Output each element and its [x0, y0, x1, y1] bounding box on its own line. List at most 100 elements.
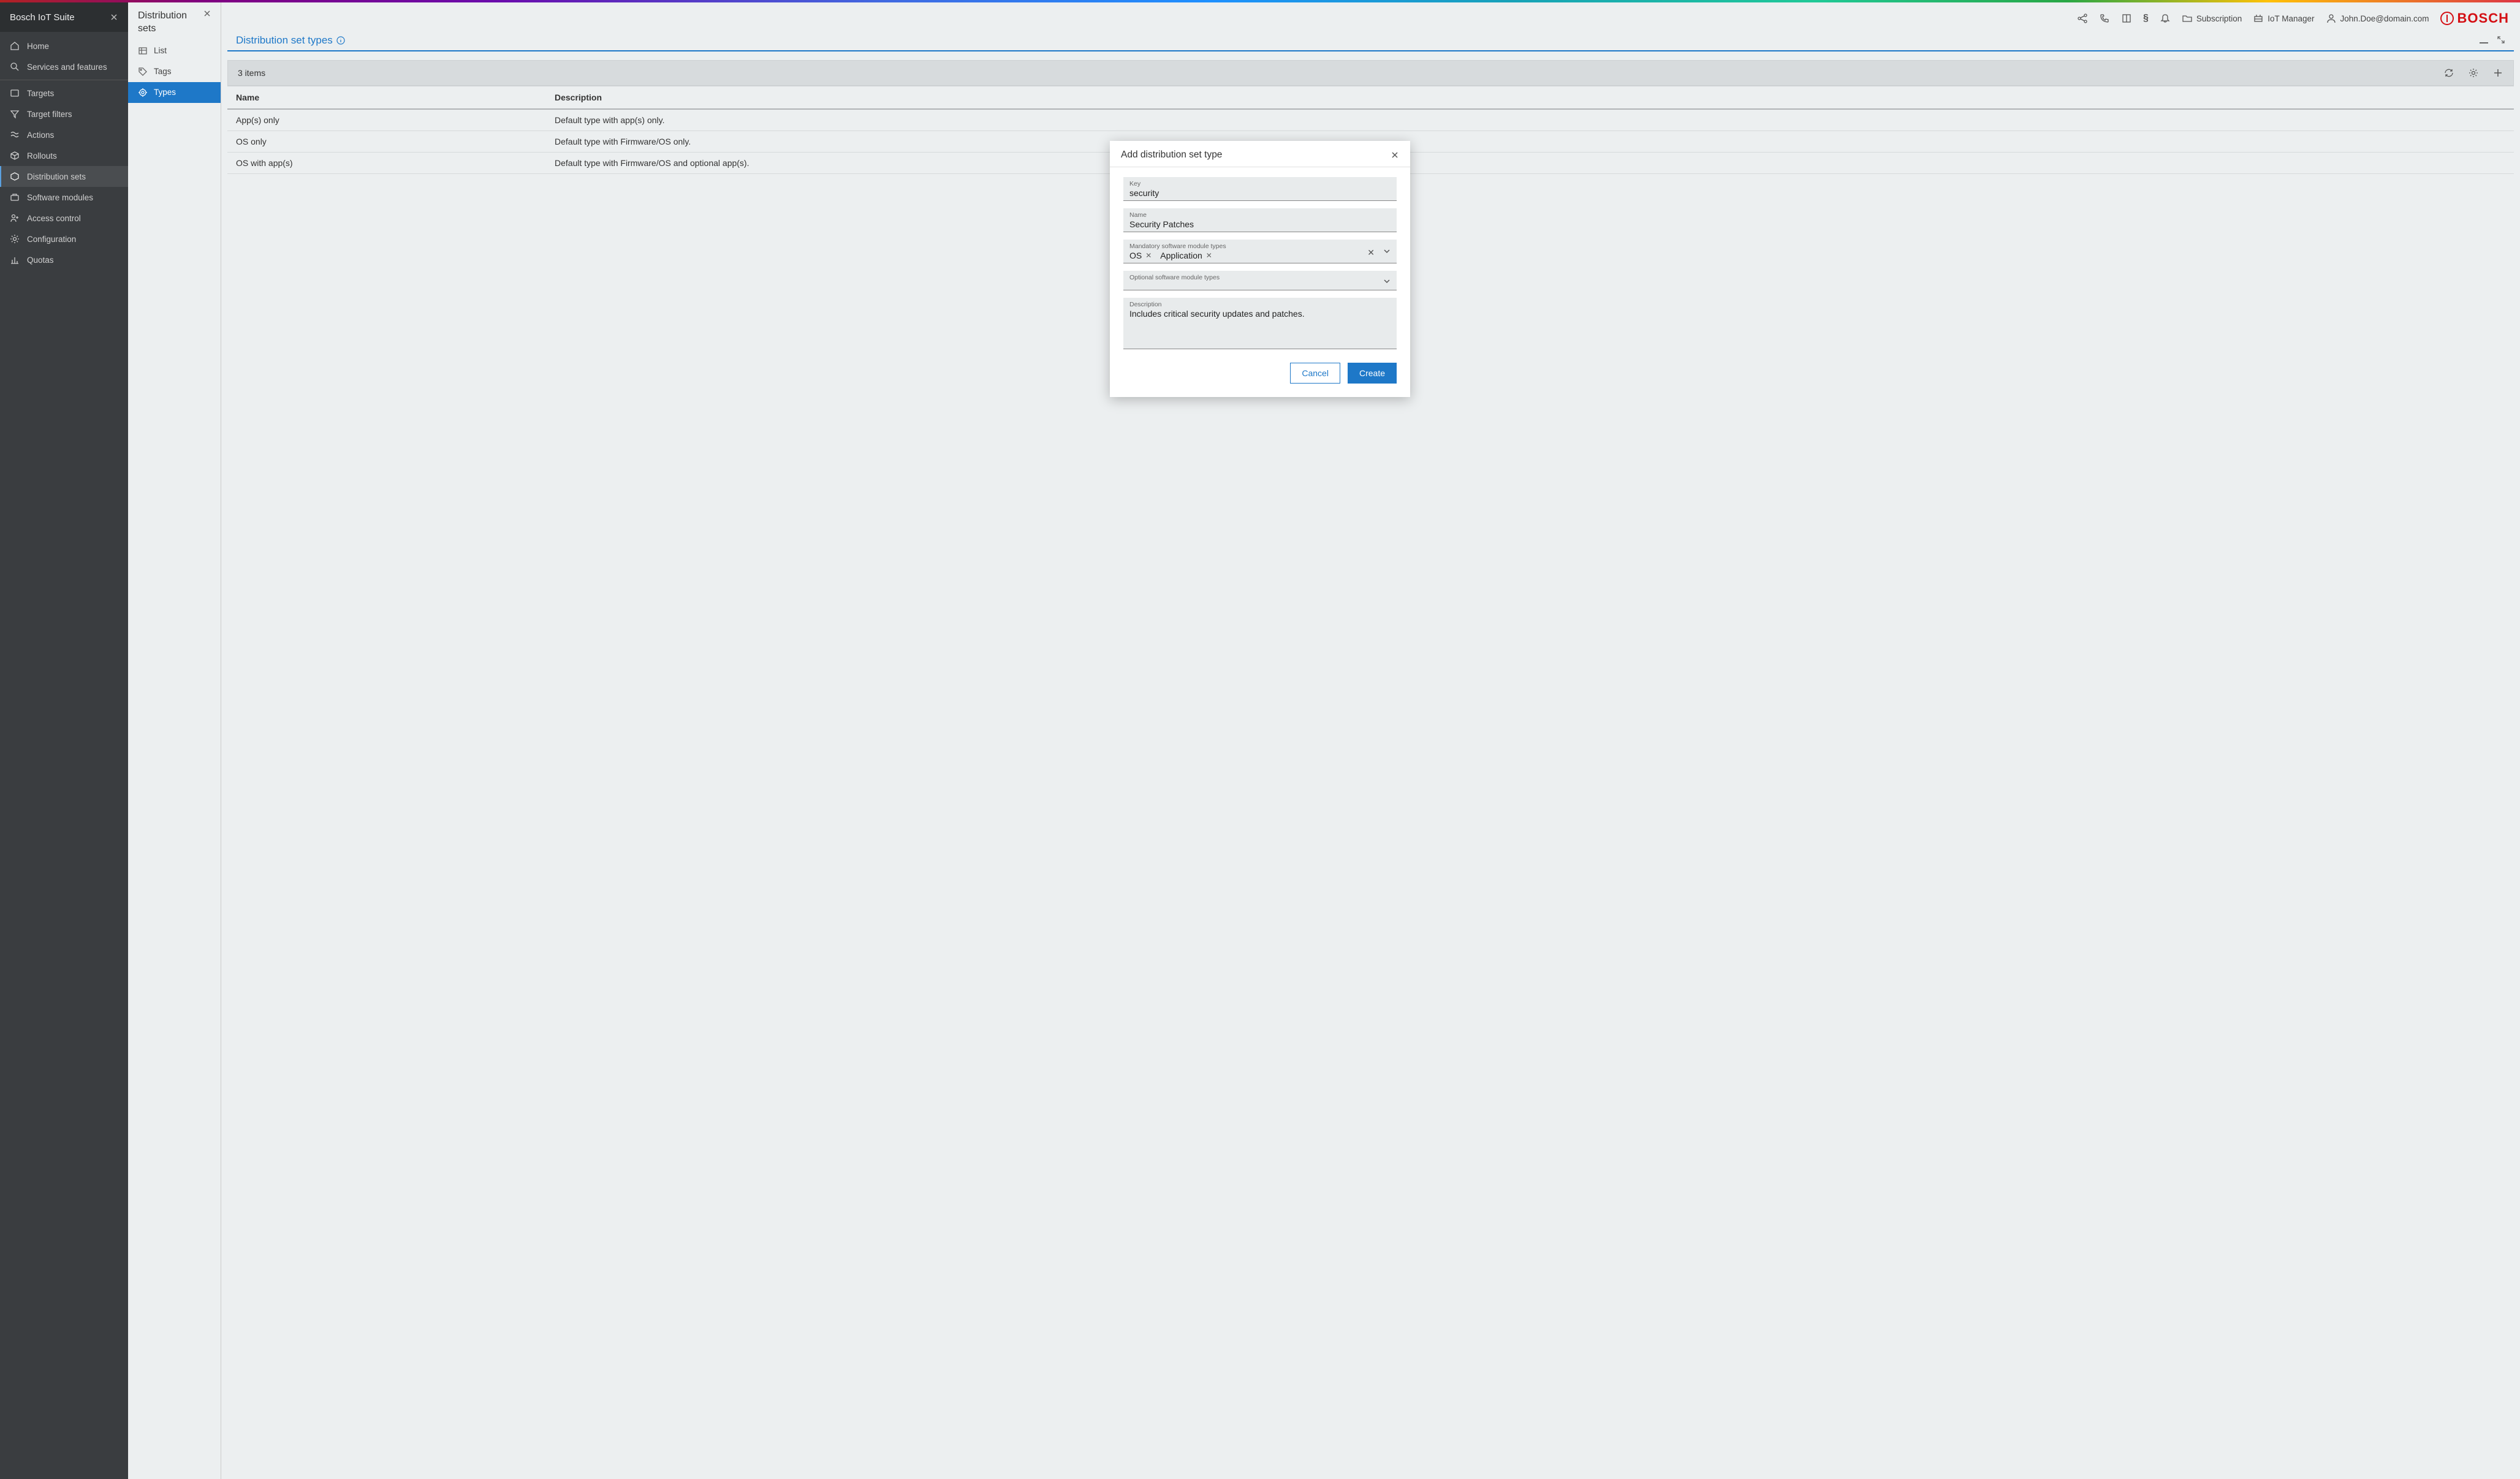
sidebar-item-access-control[interactable]: Access control [0, 208, 128, 229]
add-distribution-set-type-dialog: Add distribution set type Key Name Manda… [1110, 141, 1410, 397]
items-count: 3 items [238, 68, 265, 78]
iot-manager-label: IoT Manager [2268, 14, 2314, 23]
field-label: Mandatory software module types [1129, 243, 1391, 250]
sidebar-item-configuration[interactable]: Configuration [0, 229, 128, 249]
info-icon[interactable] [336, 36, 345, 45]
subscription-link[interactable]: Subscription [2182, 13, 2242, 24]
sidebar-item-targets[interactable]: Targets [0, 83, 128, 104]
sidebar-item-distribution-sets[interactable]: Distribution sets [0, 166, 128, 187]
sidebar-item-label: Distribution sets [27, 172, 86, 181]
section-icon[interactable]: § [2143, 13, 2149, 24]
distribution-icon [10, 172, 20, 181]
book-icon[interactable] [2121, 13, 2132, 24]
cell-desc: Default type with app(s) only. [546, 110, 2514, 130]
chip-remove-icon[interactable]: ✕ [1145, 251, 1152, 260]
sidebar-item-rollouts[interactable]: Rollouts [0, 145, 128, 166]
folder-icon [2182, 13, 2193, 24]
col-header-desc[interactable]: Description [546, 86, 2514, 108]
bosch-circle-icon [2440, 12, 2454, 25]
minimize-icon[interactable] [2480, 36, 2488, 45]
sidebar-item-label: Access control [27, 214, 81, 223]
field-key[interactable]: Key [1123, 177, 1397, 201]
col-header-name[interactable]: Name [227, 86, 546, 108]
field-label: Description [1129, 301, 1391, 308]
table-row[interactable]: App(s) only Default type with app(s) onl… [227, 110, 2514, 131]
sidebar-item-software-modules[interactable]: Software modules [0, 187, 128, 208]
cancel-button[interactable]: Cancel [1290, 363, 1340, 384]
subpanel-close-icon[interactable] [203, 10, 211, 17]
magnifier-icon [10, 62, 20, 72]
table-toolbar: 3 items [227, 60, 2514, 86]
access-icon [10, 213, 20, 223]
sidebar-item-label: Target filters [27, 110, 72, 119]
dialog-title: Add distribution set type [1121, 149, 1222, 161]
chevron-down-icon[interactable] [1383, 278, 1391, 285]
name-input[interactable] [1129, 219, 1391, 229]
sidebar-item-quotas[interactable]: Quotas [0, 249, 128, 270]
cube-icon [10, 151, 20, 161]
add-icon[interactable] [2492, 67, 2503, 78]
expand-icon[interactable] [2497, 36, 2505, 45]
sidebar-item-label: Configuration [27, 235, 76, 244]
field-name[interactable]: Name [1123, 208, 1397, 232]
share-icon[interactable] [2077, 13, 2088, 24]
field-optional[interactable]: Optional software module types [1123, 271, 1397, 290]
sidebar-item-target-filters[interactable]: Target filters [0, 104, 128, 124]
sidebar-item-label: Quotas [27, 255, 54, 265]
topbar: § Subscription IoT Manager John.Doe@doma… [221, 2, 2520, 34]
subpanel-item-list[interactable]: List [128, 40, 221, 61]
chip-remove-icon[interactable]: ✕ [1206, 251, 1212, 260]
key-input[interactable] [1129, 187, 1391, 198]
sidebar-item-home[interactable]: Home [0, 36, 128, 56]
sidebar-item-label: Services and features [27, 62, 107, 72]
content-header: Distribution set types [227, 34, 2514, 51]
clear-icon[interactable]: ✕ [1367, 248, 1375, 258]
actions-icon [10, 130, 20, 140]
module-icon [10, 192, 20, 202]
chip-os[interactable]: OS ✕ [1129, 251, 1152, 260]
subpanel-item-types[interactable]: Types [128, 82, 221, 103]
sidebar-item-services[interactable]: Services and features [0, 56, 128, 77]
sidebar-item-label: Rollouts [27, 151, 57, 161]
field-mandatory[interactable]: Mandatory software module types OS ✕ App… [1123, 240, 1397, 263]
create-button[interactable]: Create [1348, 363, 1397, 384]
chevron-down-icon[interactable] [1383, 248, 1391, 258]
sidebar-item-actions[interactable]: Actions [0, 124, 128, 145]
targets-icon [10, 88, 20, 98]
cell-name: App(s) only [227, 110, 546, 130]
sidebar-item-label: Home [27, 42, 49, 51]
refresh-icon[interactable] [2443, 67, 2454, 78]
iot-manager-link[interactable]: IoT Manager [2253, 13, 2314, 24]
dialog-close-icon[interactable] [1391, 151, 1399, 159]
cell-name: OS with app(s) [227, 153, 546, 173]
description-input[interactable] [1129, 308, 1391, 338]
table-header: Name Description [227, 86, 2514, 110]
gear-icon [10, 234, 20, 244]
field-description[interactable]: Description [1123, 298, 1397, 349]
subscription-label: Subscription [2196, 14, 2242, 23]
chip-application[interactable]: Application ✕ [1160, 251, 1212, 260]
brand-text: BOSCH [2457, 10, 2509, 26]
bell-icon[interactable] [2160, 13, 2171, 24]
cell-name: OS only [227, 131, 546, 152]
types-icon [138, 88, 148, 97]
field-label: Key [1129, 180, 1391, 187]
subpanel-item-label: List [154, 46, 167, 55]
sidebar: Bosch IoT Suite Home Services and featur… [0, 2, 128, 1479]
settings-icon[interactable] [2468, 67, 2479, 78]
phone-icon[interactable] [2099, 13, 2110, 24]
sidebar-item-label: Targets [27, 89, 54, 98]
subpanel-distribution-sets: Distribution sets List Tags Types [128, 2, 221, 1479]
sidebar-collapse-icon[interactable] [110, 13, 118, 21]
sidebar-item-label: Actions [27, 130, 54, 140]
chip-label: Application [1160, 251, 1202, 260]
user-icon [2326, 13, 2337, 24]
user-menu[interactable]: John.Doe@domain.com [2326, 13, 2429, 24]
home-icon [10, 41, 20, 51]
user-label: John.Doe@domain.com [2340, 14, 2429, 23]
sidebar-item-label: Software modules [27, 193, 93, 202]
subpanel-item-tags[interactable]: Tags [128, 61, 221, 82]
chip-label: OS [1129, 251, 1142, 260]
page-title: Distribution set types [236, 34, 333, 47]
tag-icon [138, 67, 148, 77]
